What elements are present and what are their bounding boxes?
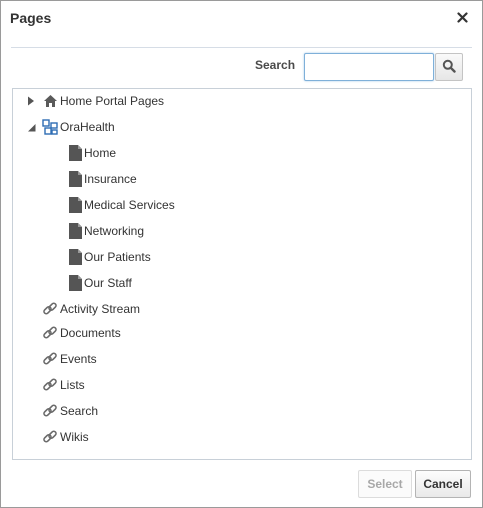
page-icon xyxy=(67,275,83,291)
search-label: Search xyxy=(255,58,296,72)
tree-node-label: Networking xyxy=(84,224,145,238)
tree-node-label: Medical Services xyxy=(84,198,175,212)
tree-node-our-staff[interactable]: Our Staff xyxy=(13,273,471,293)
dialog-title: Pages xyxy=(10,10,52,26)
tree-node-label: Home Portal Pages xyxy=(60,94,165,108)
tree-node-label: Documents xyxy=(60,326,121,340)
tree-node-label: Wikis xyxy=(60,430,89,444)
tree-node-label: Search xyxy=(60,404,99,418)
page-icon xyxy=(67,197,83,213)
tree-node-label: Events xyxy=(60,352,97,366)
tree-node-documents[interactable]: Documents xyxy=(13,323,471,343)
link-icon xyxy=(42,325,58,341)
tree-node-label: Insurance xyxy=(84,172,137,186)
tree-node-label: Our Staff xyxy=(84,276,132,290)
tree-node-label: Home xyxy=(84,146,117,160)
collapse-arrow-icon[interactable] xyxy=(26,122,36,132)
close-icon[interactable] xyxy=(454,9,470,25)
page-icon xyxy=(67,145,83,161)
dialog-titlebar: Pages xyxy=(1,1,482,35)
tree-node-label: Lists xyxy=(60,378,85,392)
tree-node-orahealth[interactable]: OraHealth xyxy=(13,117,471,137)
page-icon xyxy=(67,249,83,265)
search-button[interactable] xyxy=(435,53,463,81)
tree-node-activity-stream[interactable]: Activity Stream xyxy=(13,299,471,319)
tree-node-wikis[interactable]: Wikis xyxy=(13,427,471,447)
pages-dialog: Pages Search Home Portal Pages OraHealth… xyxy=(0,0,483,508)
tree-node-lists[interactable]: Lists xyxy=(13,375,471,395)
tree-node-our-patients[interactable]: Our Patients xyxy=(13,247,471,267)
tree-node-label: OraHealth xyxy=(60,120,115,134)
pages-tree: Home Portal Pages OraHealth Home Insuran… xyxy=(12,88,472,460)
tree-node-networking[interactable]: Networking xyxy=(13,221,471,241)
cancel-button[interactable]: Cancel xyxy=(415,470,471,498)
link-icon xyxy=(42,377,58,393)
search-input[interactable] xyxy=(304,53,434,81)
tree-node-label: Activity Stream xyxy=(60,302,141,316)
page-icon xyxy=(67,171,83,187)
link-icon xyxy=(42,351,58,367)
tree-node-insurance[interactable]: Insurance xyxy=(13,169,471,189)
tree-node-home-portal-pages[interactable]: Home Portal Pages xyxy=(13,91,471,111)
tree-node-search[interactable]: Search xyxy=(13,401,471,421)
link-icon xyxy=(42,429,58,445)
tree-node-home[interactable]: Home xyxy=(13,143,471,163)
page-icon xyxy=(67,223,83,239)
link-icon xyxy=(42,301,58,317)
home-icon xyxy=(42,93,58,109)
link-icon xyxy=(42,403,58,419)
select-button[interactable]: Select xyxy=(358,470,412,498)
tree-node-medical-services[interactable]: Medical Services xyxy=(13,195,471,215)
tree-node-events[interactable]: Events xyxy=(13,349,471,369)
title-divider xyxy=(11,47,472,48)
tree-node-label: Our Patients xyxy=(84,250,151,264)
expand-arrow-icon[interactable] xyxy=(26,96,36,106)
search-icon xyxy=(442,59,456,76)
portal-icon xyxy=(42,119,58,135)
